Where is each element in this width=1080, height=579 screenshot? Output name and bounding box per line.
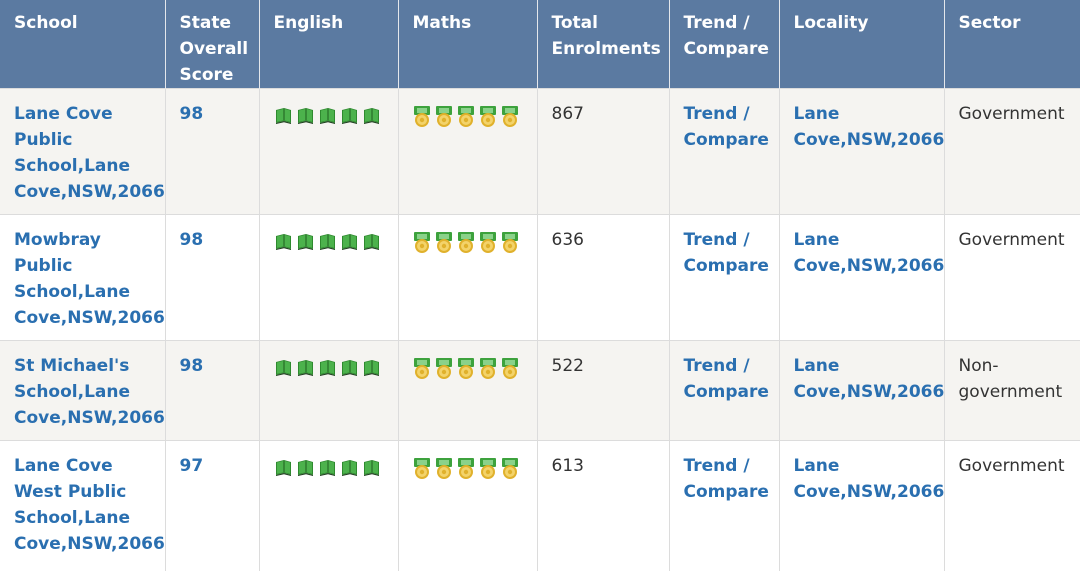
green-book-icon [362, 458, 380, 476]
gold-medal-icon [413, 358, 431, 380]
table-row: St Michael's School,Lane Cove,NSW,2066 9… [0, 340, 1080, 441]
maths-rating [413, 353, 523, 380]
gold-medal-icon [457, 358, 475, 380]
header-row: School State Overall Score English Maths… [0, 0, 1080, 89]
locality-link[interactable]: Lane Cove,NSW,2066 [794, 230, 945, 276]
gold-medal-icon [413, 106, 431, 128]
gold-medal-icon [479, 458, 497, 480]
green-book-icon [296, 232, 314, 250]
enrolments-value: 867 [551, 104, 584, 124]
maths-rating [413, 101, 523, 128]
green-book-icon [296, 106, 314, 124]
gold-medal-icon [501, 232, 519, 254]
score-link[interactable]: 98 [180, 230, 204, 250]
green-book-icon [274, 106, 292, 124]
school-link[interactable]: Lane Cove West Public School,Lane Cove,N… [14, 456, 165, 554]
gold-medal-icon [479, 106, 497, 128]
green-book-icon [274, 458, 292, 476]
gold-medal-icon [501, 458, 519, 480]
green-book-icon [296, 458, 314, 476]
school-link[interactable]: Mowbray Public School,Lane Cove,NSW,2066 [14, 230, 165, 328]
green-book-icon [318, 106, 336, 124]
green-book-icon [274, 232, 292, 250]
sector-value: Government [958, 230, 1065, 250]
green-book-icon [318, 358, 336, 376]
gold-medal-icon [457, 458, 475, 480]
header-score[interactable]: State Overall Score [165, 0, 260, 89]
gold-medal-icon [435, 106, 453, 128]
score-link[interactable]: 97 [180, 456, 204, 476]
locality-link[interactable]: Lane Cove,NSW,2066 [794, 104, 945, 150]
gold-medal-icon [457, 232, 475, 254]
gold-medal-icon [435, 232, 453, 254]
school-link[interactable]: St Michael's School,Lane Cove,NSW,2066 [14, 356, 165, 428]
table-row: Lane Cove West Public School,Lane Cove,N… [0, 440, 1080, 571]
green-book-icon [340, 458, 358, 476]
green-book-icon [296, 358, 314, 376]
trend-compare-link[interactable]: Trend / Compare [684, 104, 769, 150]
header-english[interactable]: English [259, 0, 399, 89]
locality-link[interactable]: Lane Cove,NSW,2066 [794, 456, 945, 502]
green-book-icon [318, 232, 336, 250]
gold-medal-icon [457, 106, 475, 128]
header-school[interactable]: School [0, 0, 166, 89]
english-rating [274, 227, 384, 250]
gold-medal-icon [479, 358, 497, 380]
green-book-icon [362, 232, 380, 250]
sector-value: Non-government [958, 356, 1063, 402]
locality-link[interactable]: Lane Cove,NSW,2066 [794, 356, 945, 402]
enrolments-value: 636 [551, 230, 584, 250]
gold-medal-icon [501, 358, 519, 380]
green-book-icon [274, 358, 292, 376]
english-rating [274, 453, 384, 476]
sector-value: Government [958, 104, 1065, 124]
trend-compare-link[interactable]: Trend / Compare [684, 230, 769, 276]
green-book-icon [362, 106, 380, 124]
gold-medal-icon [501, 106, 519, 128]
header-enrolments[interactable]: Total Enrolments [537, 0, 670, 89]
enrolments-value: 613 [551, 456, 584, 476]
score-link[interactable]: 98 [180, 356, 204, 376]
maths-rating [413, 453, 523, 480]
trend-compare-link[interactable]: Trend / Compare [684, 456, 769, 502]
header-locality[interactable]: Locality [779, 0, 945, 89]
table-row: Lane Cove Public School,Lane Cove,NSW,20… [0, 88, 1080, 215]
green-book-icon [318, 458, 336, 476]
english-rating [274, 353, 384, 376]
score-link[interactable]: 98 [180, 104, 204, 124]
header-maths[interactable]: Maths [398, 0, 538, 89]
maths-rating [413, 227, 523, 254]
school-link[interactable]: Lane Cove Public School,Lane Cove,NSW,20… [14, 104, 165, 202]
gold-medal-icon [479, 232, 497, 254]
green-book-icon [340, 358, 358, 376]
sector-value: Government [958, 456, 1065, 476]
gold-medal-icon [413, 232, 431, 254]
header-trend[interactable]: Trend / Compare [669, 0, 780, 89]
gold-medal-icon [435, 358, 453, 380]
gold-medal-icon [413, 458, 431, 480]
green-book-icon [340, 232, 358, 250]
schools-table: School State Overall Score English Maths… [0, 0, 1080, 571]
table-row: Mowbray Public School,Lane Cove,NSW,2066… [0, 214, 1080, 341]
gold-medal-icon [435, 458, 453, 480]
header-sector[interactable]: Sector [944, 0, 1080, 89]
enrolments-value: 522 [551, 356, 584, 376]
green-book-icon [340, 106, 358, 124]
english-rating [274, 101, 384, 124]
trend-compare-link[interactable]: Trend / Compare [684, 356, 769, 402]
green-book-icon [362, 358, 380, 376]
